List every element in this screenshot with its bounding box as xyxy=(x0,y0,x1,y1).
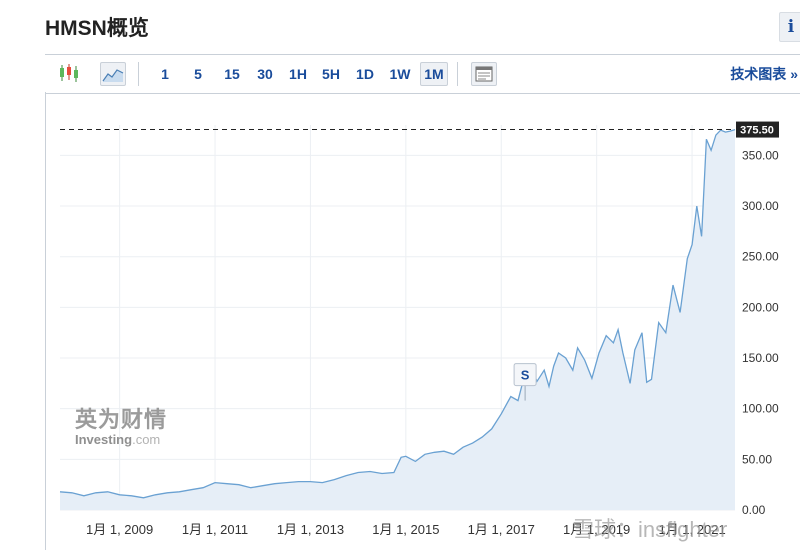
y-tick-label: 50.00 xyxy=(742,452,772,466)
x-tick-label: 1月 1, 2013 xyxy=(277,522,344,537)
y-tick-label: 150.00 xyxy=(742,351,779,365)
x-tick-label: 1月 1, 2009 xyxy=(86,522,153,537)
x-tick-label: 1月 1, 2015 xyxy=(372,522,439,537)
price-area xyxy=(60,129,735,510)
watermark-cn: 英为财情 xyxy=(75,407,168,432)
watermark-en-a: Investing xyxy=(75,432,133,447)
investing-watermark: 英为财情 Investing.com xyxy=(75,402,167,447)
y-tick-label: 300.00 xyxy=(742,199,779,213)
xueqiu-watermark: 雪球：insfighter xyxy=(572,517,728,542)
x-tick-label: 1月 1, 2011 xyxy=(182,522,248,537)
x-tick-label: 1月 1, 2017 xyxy=(468,522,535,537)
last-price-label: 375.50 xyxy=(740,125,774,137)
marker-label: S xyxy=(521,368,530,383)
y-tick-label: 200.00 xyxy=(742,300,779,314)
y-tick-label: 250.00 xyxy=(742,250,779,264)
y-tick-label: 0.00 xyxy=(742,503,766,517)
watermark-en-b: .com xyxy=(132,432,161,447)
price-chart[interactable]: 375.50 0.00 50.00 100.00 150.00 200.00 250.00 3… xyxy=(0,0,800,550)
y-tick-label: 350.00 xyxy=(742,148,779,162)
y-tick-label: 100.00 xyxy=(742,402,779,416)
